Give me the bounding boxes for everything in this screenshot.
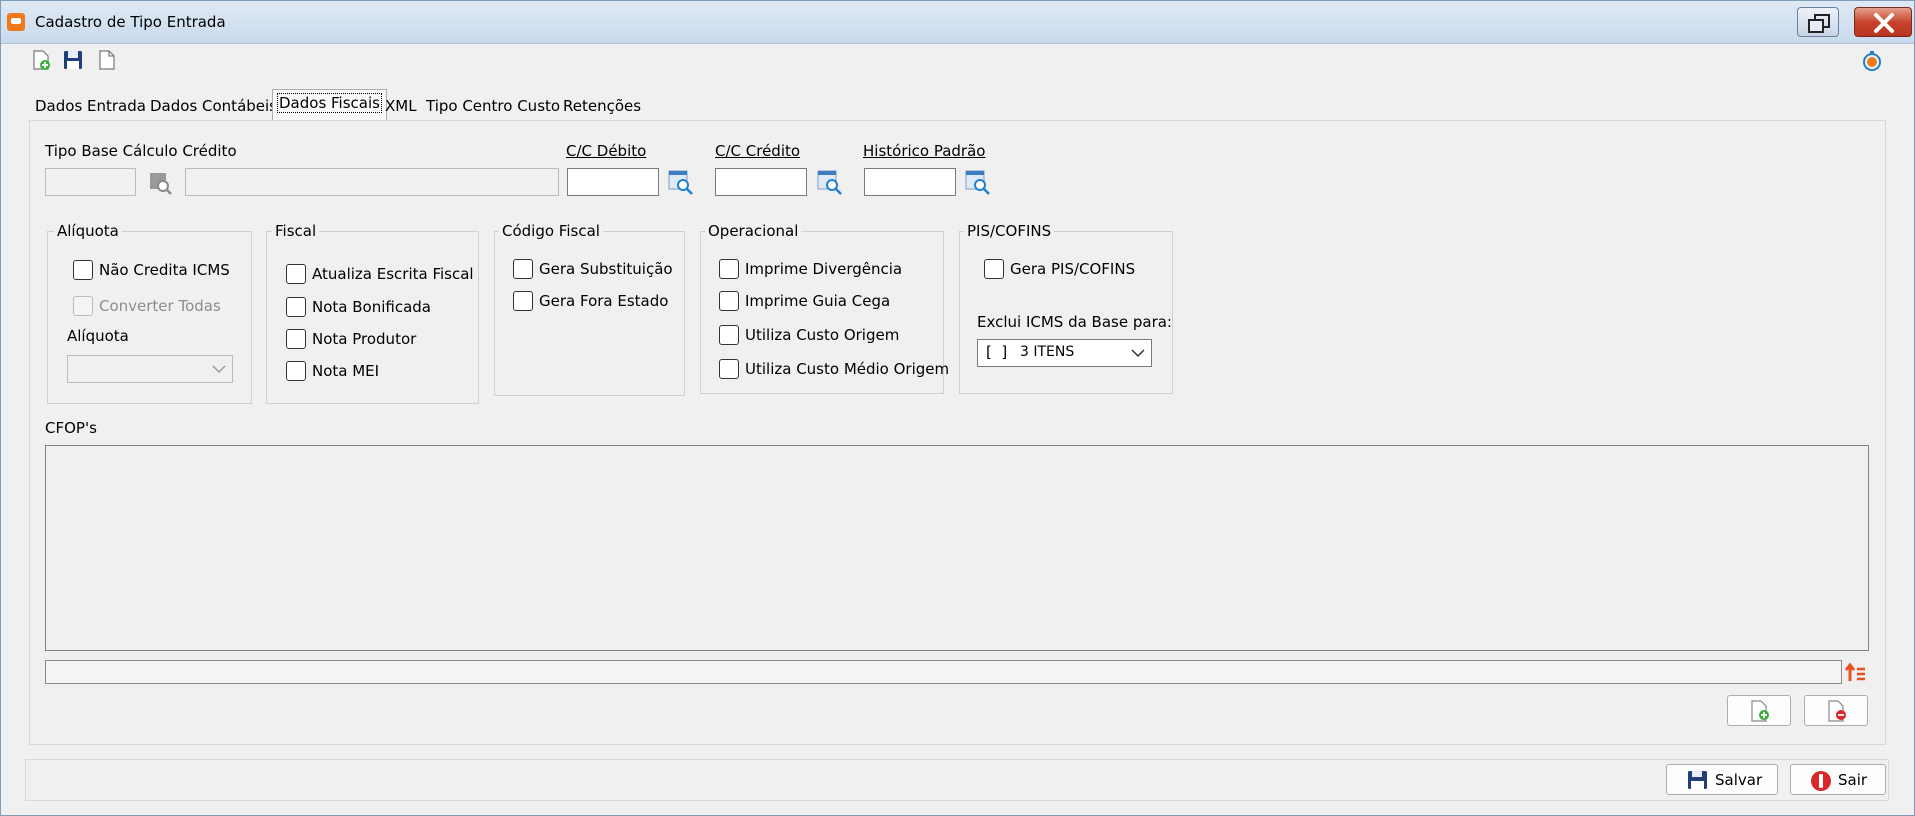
lookup-search-icon[interactable] — [147, 169, 175, 197]
tab-dados-entrada[interactable]: Dados Entrada — [29, 92, 152, 120]
imprime-divergencia-label: Imprime Divergência — [745, 260, 903, 278]
tab-retencoes[interactable]: Retenções — [557, 92, 647, 120]
converter-todas-checkbox[interactable] — [73, 296, 93, 316]
cfops-list[interactable] — [45, 445, 1869, 651]
title-bar: Cadastro de Tipo Entrada — [1, 1, 1914, 44]
cc-credito-lookup-icon[interactable] — [816, 168, 844, 196]
imprime-divergencia-checkbox[interactable] — [719, 259, 739, 279]
tab-tipo-centro-custo[interactable]: Tipo Centro Custo — [420, 92, 566, 120]
cfops-status-bar — [45, 660, 1842, 684]
aliquota-select[interactable] — [67, 355, 233, 383]
utiliza-custo-medio-origem-label: Utiliza Custo Médio Origem — [745, 360, 950, 378]
floppy-disk-icon[interactable] — [62, 49, 84, 71]
chevron-down-icon — [212, 365, 226, 374]
copy-document-icon[interactable] — [96, 49, 118, 71]
save-button[interactable]: Salvar — [1666, 764, 1778, 795]
nota-bonificada-label: Nota Bonificada — [312, 298, 431, 316]
refresh-timer-icon[interactable] — [1861, 50, 1883, 72]
nota-mei-checkbox[interactable] — [286, 361, 306, 381]
app-icon — [7, 13, 25, 31]
gera-pis-cofins-label: Gera PIS/COFINS — [1010, 260, 1136, 278]
atualiza-escrita-fiscal-checkbox[interactable] — [286, 264, 306, 284]
tipo-base-description-input[interactable] — [185, 168, 559, 196]
operacional-group-title: Operacional — [705, 222, 802, 240]
codigo-fiscal-group-title: Código Fiscal — [499, 222, 603, 240]
add-cfop-button[interactable] — [1727, 695, 1791, 726]
fiscal-group-title: Fiscal — [272, 222, 320, 240]
chevron-down-icon — [1131, 349, 1145, 358]
tab-panel — [29, 120, 1886, 745]
floppy-disk-icon — [1688, 771, 1707, 789]
restore-button[interactable] — [1797, 7, 1839, 37]
nota-produtor-label: Nota Produtor — [312, 330, 417, 348]
save-button-label: Salvar — [1715, 771, 1763, 789]
cc-debito-label: C/C Débito — [566, 142, 647, 160]
nota-bonificada-checkbox[interactable] — [286, 297, 306, 317]
tipo-base-label: Tipo Base Cálculo Crédito — [45, 142, 237, 160]
close-button[interactable] — [1854, 7, 1912, 37]
exclui-icms-bracket: [ ] — [986, 343, 1008, 361]
nao-credita-icms-label: Não Credita ICMS — [99, 261, 230, 279]
tab-dados-fiscais-label: Dados Fiscais — [277, 93, 382, 113]
pis-cofins-group-title: PIS/COFINS — [964, 222, 1055, 240]
cfops-label: CFOP's — [45, 419, 97, 437]
nota-mei-label: Nota MEI — [312, 362, 380, 380]
exit-button-label: Sair — [1838, 771, 1868, 789]
remove-cfop-button[interactable] — [1804, 695, 1868, 726]
utiliza-custo-origem-checkbox[interactable] — [719, 325, 739, 345]
tab-dados-contabeis[interactable]: Dados Contábeis — [144, 92, 283, 120]
footer-bar — [25, 759, 1889, 801]
aliquota-select-label: Alíquota — [67, 327, 129, 345]
historico-padrao-input[interactable] — [864, 168, 956, 196]
add-item-icon — [1751, 700, 1769, 722]
gera-pis-cofins-checkbox[interactable] — [984, 259, 1004, 279]
exclui-icms-select[interactable]: [ ] 3 ITENS — [977, 339, 1152, 367]
window: Cadastro de Tipo Entrada Dados Entrada D… — [0, 0, 1915, 816]
exit-icon — [1811, 771, 1831, 791]
historico-padrao-label: Histórico Padrão — [863, 142, 986, 160]
tab-xml[interactable]: XML — [379, 92, 423, 120]
close-icon — [1874, 13, 1894, 33]
converter-todas-label: Converter Todas — [99, 297, 221, 315]
aliquota-group-title: Alíquota — [54, 222, 122, 240]
imprime-guia-cega-label: Imprime Guia Cega — [745, 292, 891, 310]
utiliza-custo-origem-label: Utiliza Custo Origem — [745, 326, 900, 344]
gera-fora-estado-label: Gera Fora Estado — [539, 292, 669, 310]
cc-debito-lookup-icon[interactable] — [667, 168, 695, 196]
nota-produtor-checkbox[interactable] — [286, 329, 306, 349]
utiliza-custo-medio-origem-checkbox[interactable] — [719, 359, 739, 379]
gera-substituicao-checkbox[interactable] — [513, 259, 533, 279]
restore-icon — [1808, 14, 1830, 33]
cc-debito-input[interactable] — [567, 168, 659, 196]
exclui-icms-label: Exclui ICMS da Base para: — [977, 313, 1172, 331]
sort-up-icon[interactable] — [1844, 661, 1868, 685]
remove-item-icon — [1828, 700, 1846, 722]
window-title: Cadastro de Tipo Entrada — [35, 13, 226, 31]
new-document-icon[interactable] — [30, 49, 52, 71]
codigo-fiscal-group — [494, 231, 685, 396]
exit-button[interactable]: Sair — [1790, 764, 1886, 795]
nao-credita-icms-checkbox[interactable] — [73, 260, 93, 280]
imprime-guia-cega-checkbox[interactable] — [719, 291, 739, 311]
historico-lookup-icon[interactable] — [964, 168, 992, 196]
tab-dados-fiscais[interactable]: Dados Fiscais — [272, 89, 387, 120]
cc-credito-input[interactable] — [715, 168, 807, 196]
exclui-icms-value: 3 ITENS — [1020, 344, 1075, 360]
gera-substituicao-label: Gera Substituição — [539, 260, 673, 278]
gera-fora-estado-checkbox[interactable] — [513, 291, 533, 311]
cc-credito-label: C/C Crédito — [715, 142, 801, 160]
atualiza-escrita-fiscal-label: Atualiza Escrita Fiscal — [312, 265, 474, 283]
tipo-base-code-input[interactable] — [45, 168, 136, 196]
